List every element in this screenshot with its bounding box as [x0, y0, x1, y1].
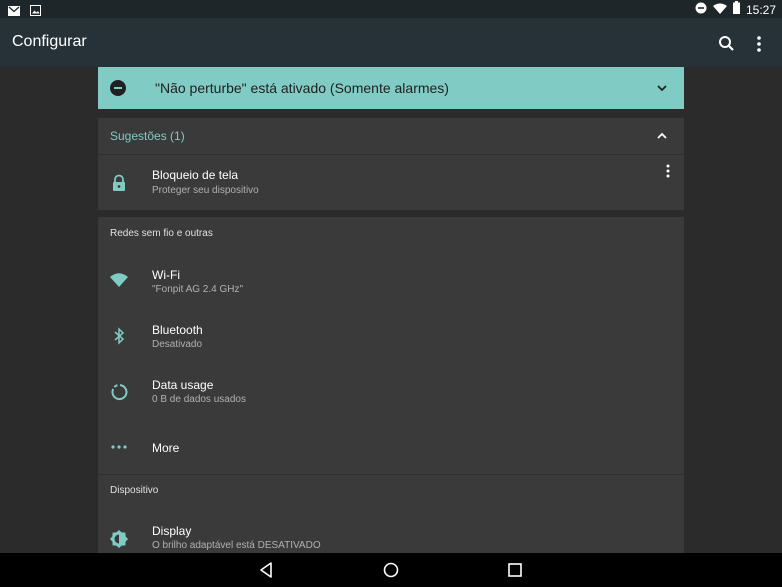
settings-panel: Redes sem fio e outras Wi-Fi "Fonpit AG …	[98, 217, 684, 553]
settings-item-data-usage[interactable]: Data usage 0 B de dados usados	[98, 363, 684, 415]
list-item-title: Display	[152, 524, 192, 538]
status-time: 15:27	[745, 3, 776, 17]
list-item-title: Bluetooth	[152, 323, 203, 337]
wifi-icon	[712, 1, 727, 19]
more-vert-icon[interactable]	[664, 163, 672, 179]
settings-item-wifi[interactable]: Wi-Fi "Fonpit AG 2.4 GHz"	[98, 253, 684, 305]
lock-icon	[110, 174, 128, 192]
data-usage-icon	[110, 383, 128, 401]
chevron-down-icon[interactable]	[655, 81, 669, 95]
suggestions-card: Sugestões (1) Bloqueio de tela Proteger …	[98, 118, 684, 210]
do-not-disturb-icon	[110, 80, 126, 96]
section-header: Redes sem fio e outras	[110, 228, 213, 239]
chevron-up-icon[interactable]	[656, 129, 668, 141]
divider	[98, 474, 684, 475]
wifi-icon	[110, 271, 128, 289]
list-item-title: Wi-Fi	[152, 268, 180, 282]
list-item-subtitle: Desativado	[152, 339, 203, 350]
do-not-disturb-icon	[695, 1, 707, 19]
back-icon[interactable]	[258, 561, 276, 579]
status-bar: 15:27	[0, 0, 782, 18]
more-vert-icon[interactable]	[751, 34, 767, 54]
settings-item-bluetooth[interactable]: Bluetooth Desativado	[98, 308, 684, 360]
dnd-banner-text: "Não perturbe" está ativado (Somente ala…	[155, 80, 449, 96]
page-title: Configurar	[12, 33, 87, 50]
suggestion-item-screen-lock[interactable]: Bloqueio de tela Proteger seu dispositiv…	[98, 155, 684, 210]
dnd-banner[interactable]: "Não perturbe" está ativado (Somente ala…	[98, 67, 684, 109]
app-bar: Configurar	[0, 18, 782, 67]
home-icon[interactable]	[382, 561, 400, 579]
more-horiz-icon	[110, 438, 128, 456]
search-icon[interactable]	[717, 34, 737, 54]
recents-icon[interactable]	[506, 561, 524, 579]
list-item-title: Bloqueio de tela	[152, 168, 239, 182]
list-item-subtitle: 0 B de dados usados	[152, 394, 246, 405]
battery-icon	[732, 1, 740, 19]
list-item-subtitle: "Fonpit AG 2.4 GHz"	[152, 284, 244, 295]
settings-item-more[interactable]: More	[98, 420, 684, 472]
bluetooth-icon	[110, 327, 128, 345]
navigation-bar	[0, 553, 782, 587]
list-item-title: Data usage	[152, 378, 214, 392]
suggestions-title: Sugestões (1)	[110, 129, 185, 143]
suggestions-header[interactable]: Sugestões (1)	[98, 118, 684, 154]
brightness-icon	[110, 530, 128, 548]
list-item-subtitle: O brilho adaptável está DESATIVADO	[152, 540, 321, 551]
list-item-subtitle: Proteger seu dispositivo	[152, 185, 259, 196]
section-header: Dispositivo	[110, 485, 159, 496]
list-item-title: More	[152, 441, 180, 455]
